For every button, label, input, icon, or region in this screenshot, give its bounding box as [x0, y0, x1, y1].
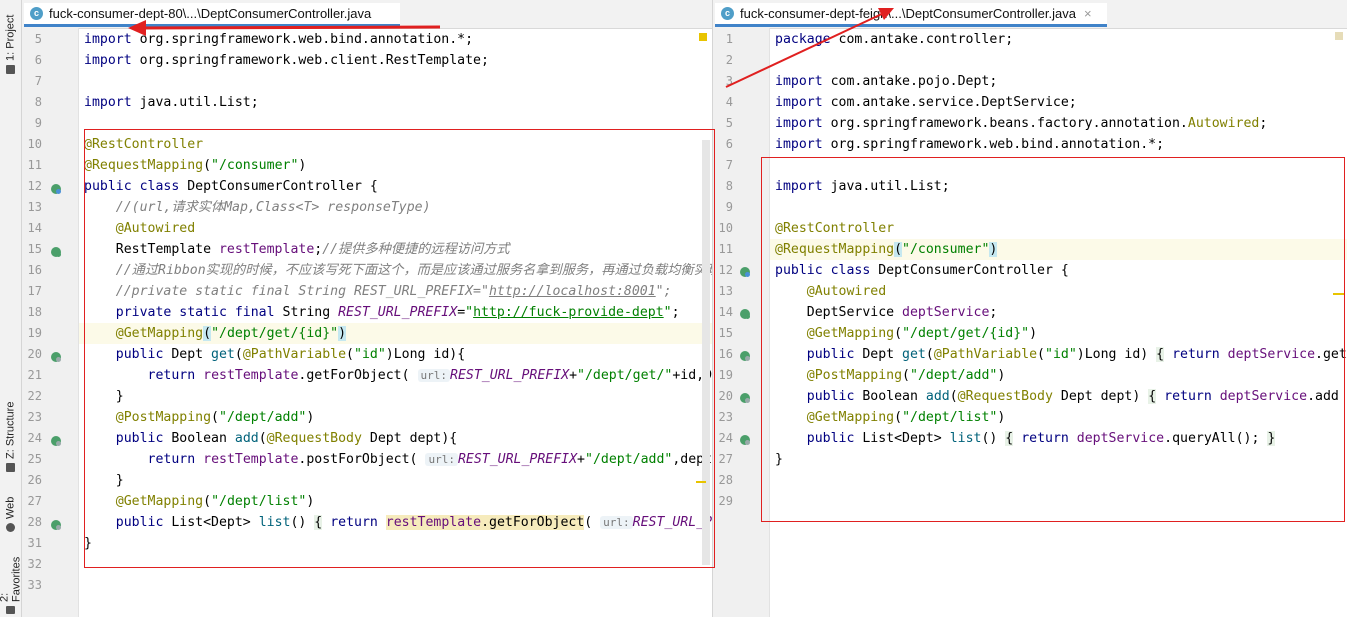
annotation-arrows — [128, 8, 894, 88]
arrow-to-right-tab — [725, 8, 894, 88]
arrow-to-left-tab — [128, 20, 441, 36]
